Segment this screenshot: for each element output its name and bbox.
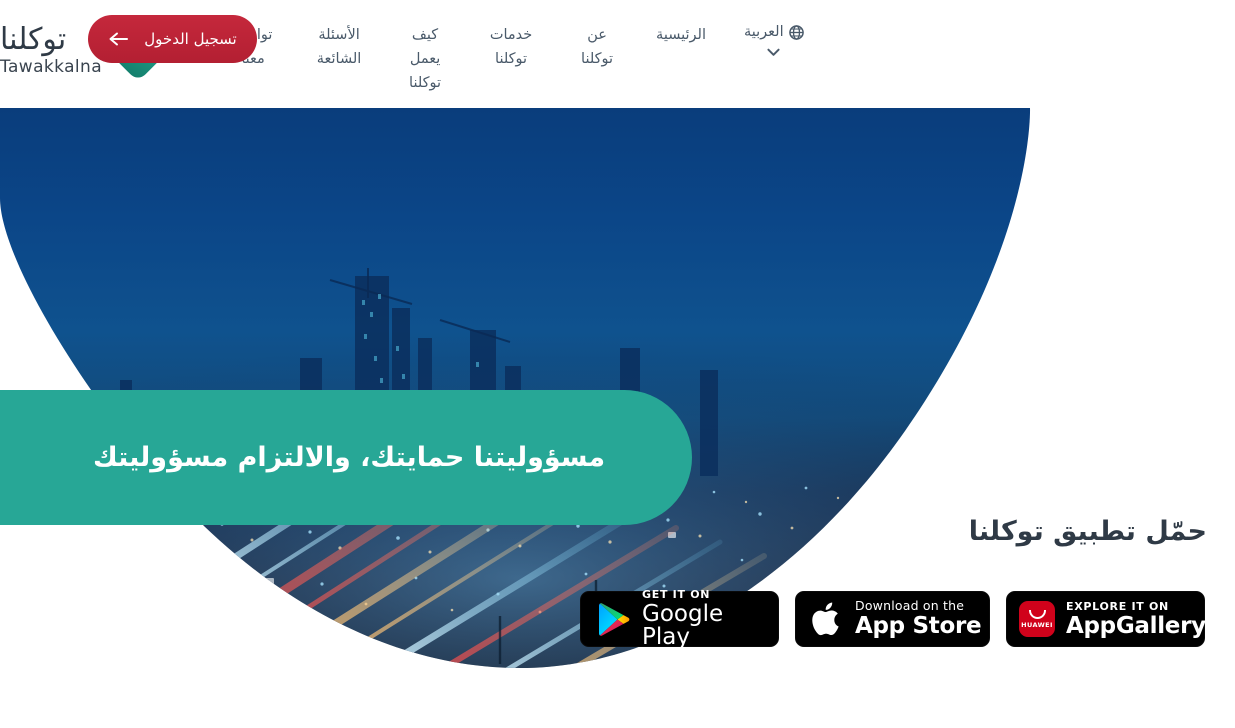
huawei-appgallery-icon: HUAWEI — [1019, 601, 1055, 637]
googleplay-badge-text: GET IT ON Google Play — [642, 589, 778, 649]
page-root: توكلنا Tawakkalna الرئيسية عن توكلنا خدم… — [0, 0, 1235, 728]
chevron-down-icon — [767, 48, 780, 56]
appgallery-badge-big: AppGallery — [1066, 612, 1206, 639]
nav-item-home[interactable]: الرئيسية — [640, 24, 722, 48]
logo-wordmark: توكلنا Tawakkalna — [0, 21, 103, 77]
nav-item-services[interactable]: خدمات توكلنا — [468, 24, 554, 72]
googleplay-badge-big: Google Play — [642, 601, 724, 650]
globe-icon — [788, 24, 804, 40]
main-navigation: الرئيسية عن توكلنا خدمات توكلنا كيف يعمل… — [210, 24, 722, 96]
nav-item-about[interactable]: عن توكلنا — [554, 24, 640, 72]
google-play-icon — [599, 602, 630, 636]
appstore-badge-small: Download on the — [855, 598, 965, 614]
nav-item-how-it-works[interactable]: كيف يعمل توكلنا — [382, 24, 468, 96]
hero-section: مسؤوليتنا حمايتك، والالتزام مسؤوليتك حمّ… — [0, 108, 1235, 728]
nav-item-faq[interactable]: الأسئلة الشائعة — [296, 24, 382, 72]
logo-name-latin: Tawakkalna — [0, 56, 103, 77]
hero-slogan-text: مسؤوليتنا حمايتك، والالتزام مسؤوليتك — [92, 441, 606, 473]
huawei-brand-word: HUAWEI — [1021, 620, 1053, 629]
login-button[interactable]: تسجيل الدخول — [88, 15, 257, 63]
googleplay-badge[interactable]: GET IT ON Google Play — [580, 589, 779, 649]
app-store-badges: HUAWEI EXPLORE IT ON AppGallery Download… — [575, 589, 1206, 649]
appgallery-badge[interactable]: HUAWEI EXPLORE IT ON AppGallery — [1006, 591, 1206, 647]
appstore-badge-big: App Store — [855, 612, 982, 639]
site-header: توكلنا Tawakkalna الرئيسية عن توكلنا خدم… — [0, 0, 1235, 108]
language-switcher[interactable]: العربية — [744, 24, 804, 57]
appgallery-badge-text: EXPLORE IT ON AppGallery — [1066, 601, 1206, 638]
download-heading: حمّل تطبيق توكلنا — [968, 516, 1207, 547]
language-label: العربية — [744, 24, 784, 40]
logo-name-arabic: توكلنا — [0, 21, 67, 57]
appstore-badge[interactable]: Download on the App Store — [795, 591, 990, 647]
apple-logo-icon — [812, 602, 839, 636]
arrow-left-icon — [109, 32, 129, 46]
language-switcher-row: العربية — [744, 24, 804, 40]
login-button-label: تسجيل الدخول — [144, 30, 237, 48]
appgallery-badge-small: EXPLORE IT ON — [1066, 599, 1169, 613]
hero-slogan-banner: مسؤوليتنا حمايتك، والالتزام مسؤوليتك — [0, 390, 692, 525]
appstore-badge-text: Download on the App Store — [855, 598, 982, 639]
googleplay-badge-small: GET IT ON — [642, 588, 711, 601]
